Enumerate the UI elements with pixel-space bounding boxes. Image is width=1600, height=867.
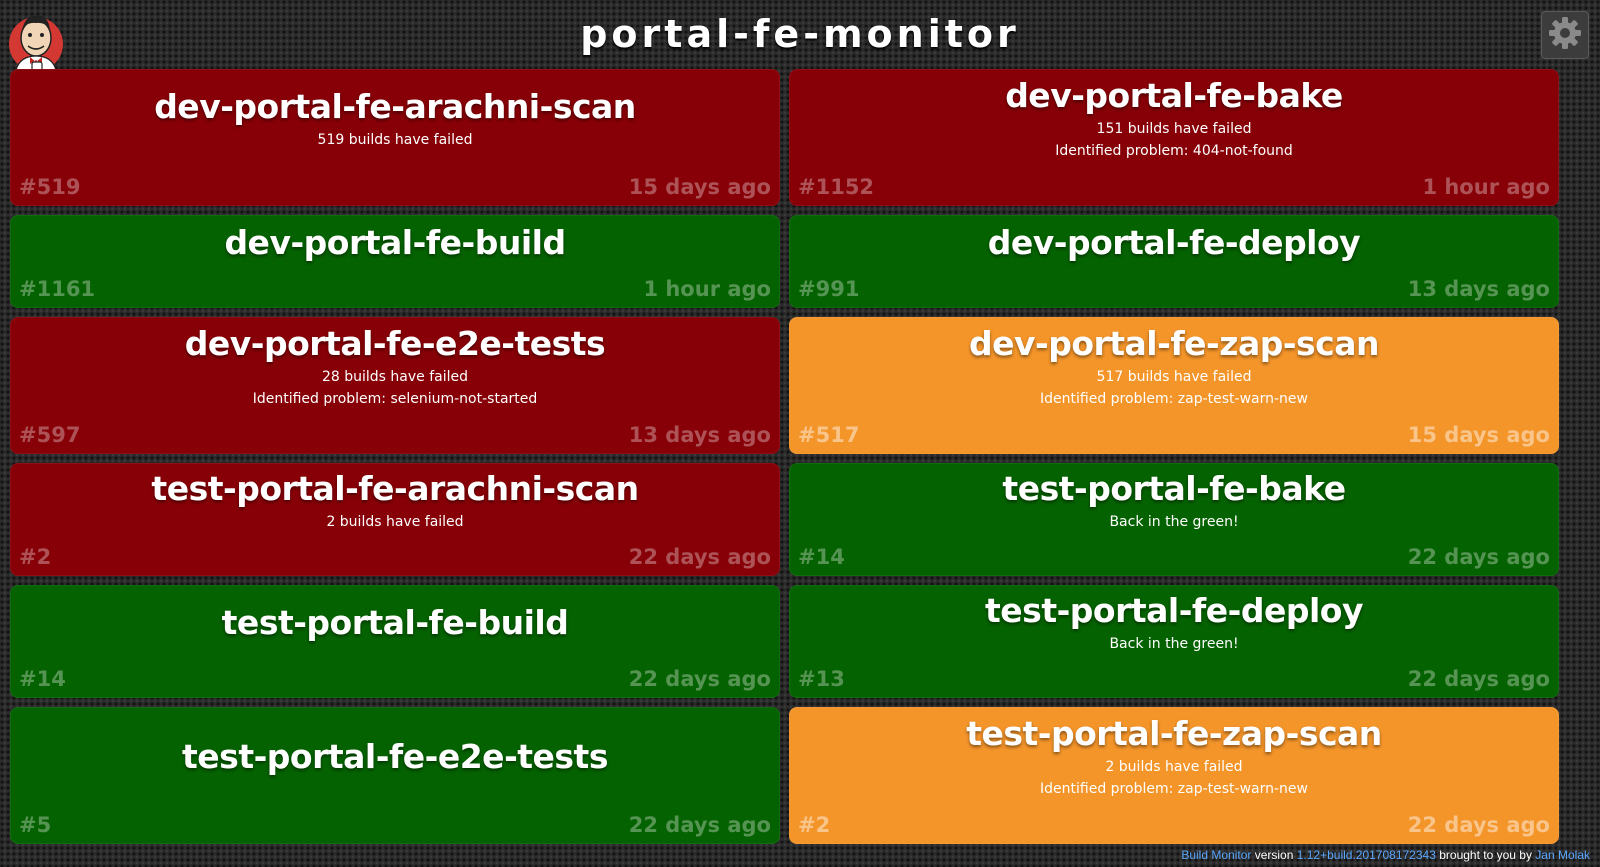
build-number: #13	[798, 667, 845, 691]
job-name: dev-portal-fe-e2e-tests	[184, 323, 606, 363]
build-number: #597	[19, 423, 81, 447]
build-number: #1152	[798, 175, 875, 199]
job-detail: 2 builds have failed	[326, 513, 464, 530]
job-detail: 28 builds have failed	[321, 368, 469, 385]
header: portal-fe-monitor	[0, 0, 1600, 79]
author-link[interactable]: Jan Molak	[1535, 848, 1590, 862]
build-number: #14	[19, 667, 66, 691]
build-time: 22 days ago	[628, 667, 771, 691]
build-number: #2	[19, 545, 52, 569]
job-detail: Back in the green!	[1109, 513, 1239, 530]
build-time: 13 days ago	[628, 423, 771, 447]
job-tile[interactable]: test-portal-fe-deploy Back in the green!…	[789, 585, 1559, 698]
job-name: dev-portal-fe-deploy	[987, 222, 1361, 262]
footer: Build Monitor version 1.12+build.2017081…	[1181, 848, 1590, 862]
build-time: 22 days ago	[628, 813, 771, 837]
job-detail: 517 builds have failed	[1096, 368, 1252, 385]
job-name: dev-portal-fe-arachni-scan	[154, 86, 636, 126]
build-time: 22 days ago	[628, 545, 771, 569]
job-tile[interactable]: test-portal-fe-bake Back in the green! #…	[789, 463, 1559, 576]
build-monitor-link[interactable]: Build Monitor	[1181, 848, 1251, 862]
job-problem: Identified problem: zap-test-warn-new	[1040, 780, 1308, 797]
build-time: 22 days ago	[1407, 813, 1550, 837]
job-detail: 2 builds have failed	[1105, 758, 1243, 775]
job-name: dev-portal-fe-zap-scan	[968, 323, 1380, 363]
job-name: test-portal-fe-arachni-scan	[151, 468, 639, 508]
build-number: #2	[798, 813, 831, 837]
build-number: #517	[798, 423, 860, 447]
page-title: portal-fe-monitor	[580, 12, 1020, 56]
build-time: 22 days ago	[1407, 545, 1550, 569]
version-link[interactable]: 1.12+build.201708172343	[1297, 848, 1436, 862]
brought-by-label: brought to you by	[1439, 848, 1532, 862]
job-tile[interactable]: test-portal-fe-build #14 22 days ago	[10, 585, 780, 698]
job-tile[interactable]: dev-portal-fe-build #1161 1 hour ago	[10, 215, 780, 308]
job-name: test-portal-fe-build	[221, 602, 569, 642]
job-name: test-portal-fe-bake	[1002, 468, 1346, 508]
build-number: #519	[19, 175, 81, 199]
build-time: 1 hour ago	[643, 277, 771, 301]
build-time: 1 hour ago	[1422, 175, 1550, 199]
job-name: test-portal-fe-e2e-tests	[182, 736, 608, 776]
build-time: 15 days ago	[628, 175, 771, 199]
job-problem: Identified problem: 404-not-found	[1055, 142, 1293, 159]
job-tile[interactable]: test-portal-fe-arachni-scan 2 builds hav…	[10, 463, 780, 576]
job-tile[interactable]: test-portal-fe-zap-scan 2 builds have fa…	[789, 707, 1559, 844]
job-name: dev-portal-fe-build	[224, 222, 566, 262]
job-tile[interactable]: dev-portal-fe-bake 151 builds have faile…	[789, 69, 1559, 206]
build-time: 13 days ago	[1407, 277, 1550, 301]
job-problem: Identified problem: selenium-not-started	[252, 390, 538, 407]
build-number: #991	[798, 277, 860, 301]
build-number: #14	[798, 545, 845, 569]
build-time: 22 days ago	[1407, 667, 1550, 691]
job-tile[interactable]: dev-portal-fe-e2e-tests 28 builds have f…	[10, 317, 780, 454]
settings-button[interactable]	[1541, 11, 1589, 59]
job-problem: Identified problem: zap-test-warn-new	[1040, 390, 1308, 407]
job-tile[interactable]: dev-portal-fe-arachni-scan 519 builds ha…	[10, 69, 780, 206]
build-number: #1161	[19, 277, 96, 301]
job-name: dev-portal-fe-bake	[1005, 75, 1343, 115]
job-name: test-portal-fe-deploy	[985, 590, 1363, 630]
build-number: #5	[19, 813, 52, 837]
job-tile[interactable]: test-portal-fe-e2e-tests #5 22 days ago	[10, 707, 780, 844]
job-tile[interactable]: dev-portal-fe-zap-scan 517 builds have f…	[789, 317, 1559, 454]
job-detail: 519 builds have failed	[317, 131, 473, 148]
job-name: test-portal-fe-zap-scan	[966, 713, 1382, 753]
build-monitor-grid: dev-portal-fe-arachni-scan 519 builds ha…	[10, 69, 1590, 844]
gear-icon	[1547, 15, 1583, 55]
job-tile[interactable]: dev-portal-fe-deploy #991 13 days ago	[789, 215, 1559, 308]
job-detail: 151 builds have failed	[1096, 120, 1252, 137]
version-label: version	[1254, 848, 1294, 862]
build-time: 15 days ago	[1407, 423, 1550, 447]
job-detail: Back in the green!	[1109, 635, 1239, 652]
